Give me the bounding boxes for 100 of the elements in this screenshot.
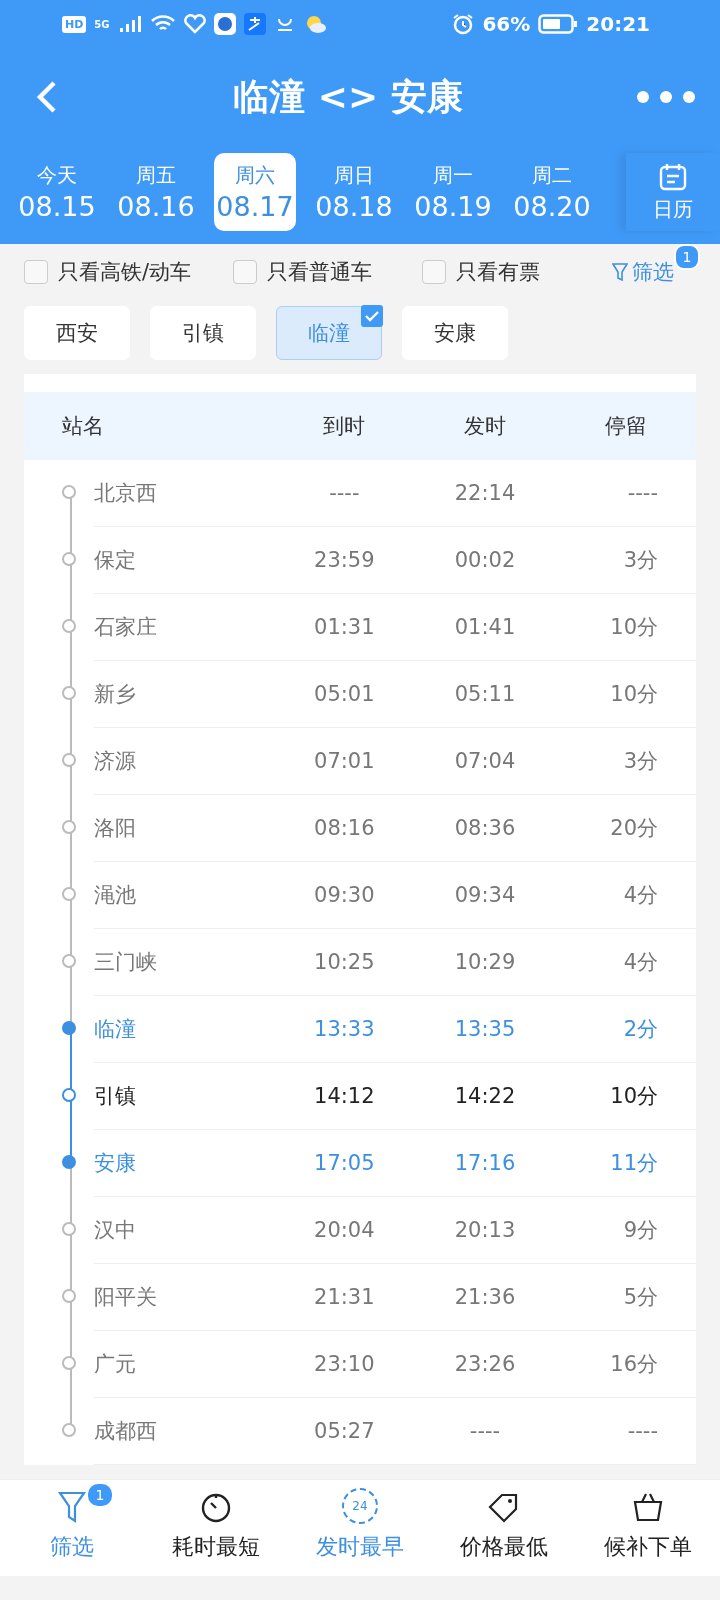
departure-time: 07:04 (414, 728, 556, 795)
station-name: 广元 (94, 1331, 274, 1398)
stop-duration: 11分 (555, 1130, 696, 1197)
departure-time: 05:11 (414, 661, 556, 728)
stop-duration: 10分 (555, 594, 696, 661)
date-tab[interactable]: 周二 08.20 (511, 153, 593, 231)
column-header: 到时 (322, 413, 367, 440)
filter-checkbox[interactable]: 只看有票 (422, 258, 541, 286)
departure-time: 23:26 (414, 1331, 556, 1398)
station-name: 保定 (94, 527, 274, 594)
network-label: 5G (94, 18, 110, 30)
arrival-time: 05:27 (274, 1398, 415, 1465)
filter-checkbox[interactable]: 只看高铁/动车 (24, 258, 192, 286)
nav-tab[interactable]: 价格最低 (432, 1480, 576, 1576)
count-badge: 1 (88, 1484, 112, 1506)
arrival-time: ---- (274, 460, 415, 527)
stop-duration: 3分 (555, 728, 696, 795)
calendar-icon (658, 161, 688, 192)
calendar-button[interactable]: 日历 (626, 153, 720, 231)
departure-time: 10:29 (414, 929, 556, 996)
column-header: 站名 (61, 413, 105, 440)
app-icon (243, 13, 266, 35)
stop-duration: ---- (555, 1398, 696, 1465)
battery-text: 66% (482, 12, 531, 36)
departure-time: 01:41 (414, 594, 556, 661)
departure-time: 14:22 (414, 1063, 556, 1130)
stop-duration: 16分 (555, 1331, 696, 1398)
station-name: 阳平关 (94, 1264, 274, 1331)
hd-badge: HD (62, 15, 87, 33)
signal-icon (117, 14, 142, 34)
station-name: 北京西 (94, 460, 274, 527)
arrival-time: 21:31 (274, 1264, 415, 1331)
nav-tab[interactable]: 24 发时最早 (288, 1480, 432, 1576)
station-name: 三门峡 (94, 929, 274, 996)
arrival-time: 05:01 (274, 661, 415, 728)
arrival-time: 08:16 (274, 795, 415, 862)
departure-time: 00:02 (414, 527, 556, 594)
stop-duration: 10分 (555, 1063, 696, 1130)
station-name: 引镇 (94, 1063, 274, 1130)
column-header: 发时 (463, 413, 507, 440)
filter-link[interactable]: 筛选 (612, 258, 674, 286)
arrival-time: 07:01 (274, 728, 415, 795)
arrival-time: 01:31 (274, 594, 415, 661)
departure-time: 13:35 (414, 996, 556, 1063)
clock-time: 20:21 (586, 12, 650, 36)
date-tab[interactable]: 周一 08.19 (412, 153, 494, 231)
arrival-time: 09:30 (274, 862, 415, 929)
arrival-time: 23:10 (274, 1331, 415, 1398)
departure-time: ---- (414, 1398, 556, 1465)
date-tab[interactable]: 周六 08.17 (214, 153, 296, 231)
date-tab[interactable]: 今天 08.15 (16, 153, 98, 231)
heart-icon (183, 14, 206, 34)
departure-time: 08:36 (414, 795, 556, 862)
arrival-time: 13:33 (274, 996, 415, 1063)
stop-duration: 4分 (555, 862, 696, 929)
stop-duration: 20分 (555, 795, 696, 862)
stop-duration: 5分 (555, 1264, 696, 1331)
station-name: 济源 (94, 728, 274, 795)
stop-duration: 9分 (555, 1197, 696, 1264)
station-name: 渑池 (94, 862, 274, 929)
arrival-time: 14:12 (274, 1063, 415, 1130)
stop-duration: 3分 (555, 527, 696, 594)
stop-duration: 10分 (555, 661, 696, 728)
stop-duration: 4分 (555, 929, 696, 996)
arrival-time: 10:25 (274, 929, 415, 996)
station-name: 安康 (94, 1130, 274, 1197)
nav-tab[interactable]: 筛选 1 (0, 1480, 144, 1576)
nav-tab[interactable]: 耗时最短 (144, 1480, 288, 1576)
departure-time: 22:14 (414, 460, 556, 527)
station-name: 成都西 (94, 1398, 274, 1465)
alarm-icon (452, 13, 475, 35)
column-header: 停留 (603, 413, 648, 440)
departure-time: 20:13 (414, 1197, 556, 1264)
clock-icon: 24 (342, 1488, 378, 1524)
station-name: 石家庄 (94, 594, 274, 661)
arrival-time: 23:59 (274, 527, 415, 594)
station-chip[interactable]: 安康 (402, 306, 508, 360)
funnel-icon (57, 1490, 87, 1524)
departure-time: 21:36 (414, 1264, 556, 1331)
filter-checkbox[interactable]: 只看普通车 (233, 258, 373, 286)
station-name: 洛阳 (94, 795, 274, 862)
station-name: 临潼 (94, 996, 274, 1063)
station-chip[interactable]: 临潼 (276, 306, 382, 360)
more-button[interactable] (636, 90, 696, 104)
date-tab[interactable]: 周五 08.16 (115, 153, 197, 231)
date-tab[interactable]: 周日 08.18 (313, 153, 395, 231)
departure-time: 09:34 (414, 862, 556, 929)
count-badge: 1 (674, 244, 700, 270)
battery-icon (538, 13, 579, 35)
departure-time: 17:16 (414, 1130, 556, 1197)
station-chip[interactable]: 西安 (24, 306, 130, 360)
arrival-time: 17:05 (274, 1130, 415, 1197)
nav-tab[interactable]: 候补下单 (576, 1480, 720, 1576)
station-name: 新乡 (94, 661, 274, 728)
stop-duration: ---- (555, 460, 696, 527)
station-name: 汉中 (94, 1197, 274, 1264)
arrival-time: 20:04 (274, 1197, 415, 1264)
station-chip[interactable]: 引镇 (150, 306, 256, 360)
stop-duration: 2分 (555, 996, 696, 1063)
funnel-icon (612, 262, 628, 282)
